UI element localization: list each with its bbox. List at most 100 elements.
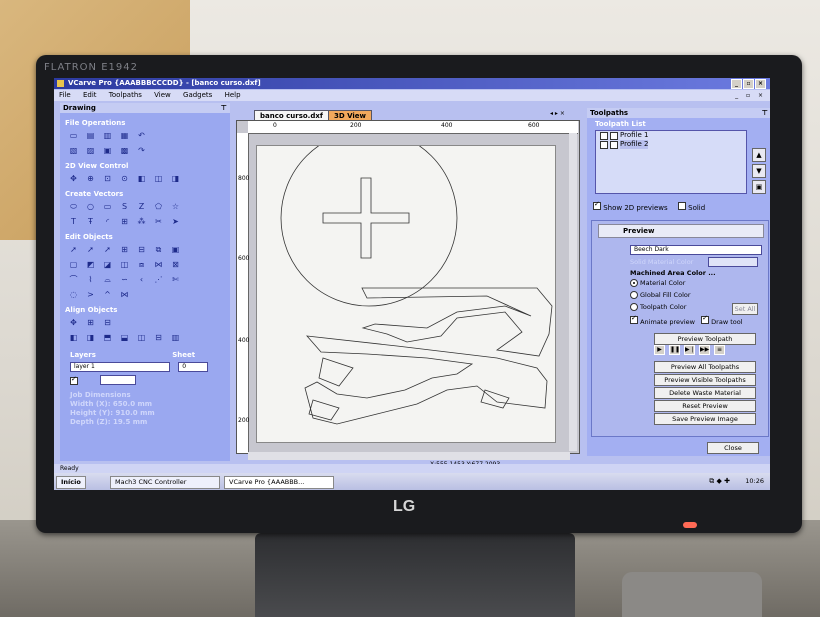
align-top-icon[interactable]: ⬒ — [101, 332, 114, 343]
ungroup-icon[interactable]: ▢ — [67, 259, 80, 270]
pin-icon[interactable]: ⊤ — [221, 103, 227, 113]
menu-file[interactable]: File — [54, 90, 76, 100]
cut-icon[interactable]: ✄ — [169, 274, 182, 285]
radio-toolpath-color[interactable]: Toolpath Color — [630, 303, 686, 311]
align-middle-icon[interactable]: ⊞ — [84, 317, 97, 328]
close-window-button[interactable]: × — [755, 79, 766, 89]
taskbar-item-mach3[interactable]: Mach3 CNC Controller — [110, 476, 220, 489]
save-icon[interactable]: ▣ — [101, 145, 114, 156]
minimize-button[interactable]: _ — [731, 79, 742, 89]
solid-color-select[interactable] — [708, 257, 758, 267]
nest-icon[interactable]: ⋈ — [118, 289, 131, 300]
taskbar-item-vcarve[interactable]: VCarve Pro {AAABBB... — [224, 476, 334, 489]
polyline-icon[interactable]: Z — [135, 201, 148, 212]
curve-icon[interactable]: S — [118, 201, 131, 212]
delete-waste-material-button[interactable]: Delete Waste Material — [654, 387, 756, 399]
move-down-icon[interactable]: ▼ — [752, 164, 766, 178]
fit-curve-icon[interactable]: ⌓ — [101, 274, 114, 285]
menu-gadgets[interactable]: Gadgets — [178, 90, 217, 100]
intersect-icon[interactable]: ◫ — [118, 259, 131, 270]
view-right-icon[interactable]: ◨ — [169, 173, 182, 184]
text-icon[interactable]: T — [67, 216, 80, 227]
weld-icon[interactable]: ◩ — [84, 259, 97, 270]
maximize-button[interactable]: ▫ — [743, 79, 754, 89]
distribute-h-icon[interactable]: ◫ — [135, 332, 148, 343]
text-on-curve-icon[interactable]: Ŧ — [84, 216, 97, 227]
toolpath-visible-checkbox[interactable] — [600, 131, 608, 140]
align-center-icon[interactable]: ✥ — [67, 317, 80, 328]
tab-scroll-arrows[interactable]: ◂ ▸ × — [550, 110, 565, 117]
polygon-icon[interactable]: ⬠ — [152, 201, 165, 212]
animate-preview-checkbox[interactable] — [630, 314, 638, 324]
new-file-icon[interactable]: ▭ — [67, 130, 80, 141]
menu-toolpaths[interactable]: Toolpaths — [104, 90, 147, 100]
preview-toolpath-button[interactable]: Preview Toolpath — [654, 333, 756, 345]
smooth-icon[interactable]: ⌒ — [67, 274, 80, 285]
dashed-circle-icon[interactable]: ◌ — [67, 289, 80, 300]
align-h-center-icon[interactable]: ⊟ — [101, 317, 114, 328]
align-bottom-icon[interactable]: ⬓ — [118, 332, 131, 343]
save-preview-image-button[interactable]: Save Preview Image — [654, 413, 756, 425]
radio-material-color[interactable]: Material Color — [630, 279, 685, 287]
group-icon[interactable]: ▣ — [169, 244, 182, 255]
line-style-select[interactable] — [100, 375, 137, 385]
align-left-icon[interactable]: ◧ — [67, 332, 80, 343]
view-split-icon[interactable]: ◫ — [152, 173, 165, 184]
set-all-button[interactable]: Set All — [732, 303, 758, 315]
undo-icon[interactable]: ↶ — [135, 130, 148, 141]
play-icon[interactable]: ▶ — [654, 345, 665, 355]
show-2d-previews-row[interactable]: Show 2D previews Solid — [593, 200, 705, 212]
solid-checkbox[interactable] — [677, 202, 686, 210]
vertical-scrollbar[interactable] — [569, 133, 577, 451]
preview-visible-toolpaths-button[interactable]: Preview Visible Toolpaths — [654, 374, 756, 386]
fillet-icon[interactable]: ◜ — [101, 216, 114, 227]
subtract-icon[interactable]: ◪ — [101, 259, 114, 270]
rectangle-icon[interactable]: ▭ — [101, 201, 114, 212]
start-button[interactable]: Início — [56, 476, 86, 489]
sheet-select[interactable]: 0 — [178, 362, 209, 372]
array-icon[interactable]: ⁂ — [135, 216, 148, 227]
move-up-icon[interactable]: ▲ — [752, 148, 766, 162]
ellipse-icon[interactable]: ⬭ — [67, 201, 80, 212]
preview-header[interactable]: Preview — [598, 224, 764, 238]
offset-icon[interactable]: ⧈ — [135, 259, 148, 270]
trim-icon[interactable]: ✂ — [152, 216, 165, 227]
chevron-right-icon[interactable]: > — [84, 289, 97, 300]
mirror-icon[interactable]: ⧉ — [152, 244, 165, 255]
list-item[interactable]: Profile 2 — [596, 140, 746, 149]
mdi-window-controls[interactable]: _ ▫ × — [735, 92, 766, 99]
align-right-icon[interactable]: ◨ — [84, 332, 97, 343]
window-titlebar[interactable]: VCarve Pro {AAABBBCCCDD} - [banco curso.… — [54, 78, 770, 89]
pin-icon[interactable]: ⊤ — [762, 108, 768, 118]
arc-icon[interactable]: ‹ — [135, 274, 148, 285]
zoom-selected-icon[interactable]: ⊙ — [118, 173, 131, 184]
pause-icon[interactable]: ❚❚ — [669, 345, 680, 355]
preview-all-toolpaths-button[interactable]: Preview All Toolpaths — [654, 361, 756, 373]
extend-icon[interactable]: ⋰ — [152, 274, 165, 285]
dimension-icon[interactable]: ⊞ — [118, 216, 131, 227]
speed-icon[interactable]: ≡ — [714, 345, 725, 355]
tray-icons[interactable]: ⧉ ◆ ✚ — [709, 477, 730, 486]
open-folder-icon[interactable]: ▤ — [84, 130, 97, 141]
zoom-all-icon[interactable]: ⊕ — [84, 173, 97, 184]
close-vector-icon[interactable]: ⊠ — [169, 259, 182, 270]
step-forward-icon[interactable]: ▶❘ — [684, 345, 695, 355]
drawing-canvas[interactable] — [256, 129, 556, 443]
import-vectors-icon[interactable]: ▧ — [67, 145, 80, 156]
open-file-icon[interactable]: ▥ — [101, 130, 114, 141]
transform-icon[interactable]: ➚ — [101, 244, 114, 255]
move-icon[interactable]: ⊟ — [135, 244, 148, 255]
layer-select[interactable]: layer 1 — [70, 362, 170, 372]
select-icon[interactable]: ➚ — [67, 244, 80, 255]
distort-icon[interactable]: ⌇ — [84, 274, 97, 285]
circle-icon[interactable]: ○ — [84, 201, 97, 212]
list-item[interactable]: Profile 1 — [596, 131, 746, 140]
menu-edit[interactable]: Edit — [78, 90, 102, 100]
pan-icon[interactable]: ✥ — [67, 173, 80, 184]
radio-global-fill-color[interactable]: Global Fill Color — [630, 291, 691, 299]
menu-help[interactable]: Help — [220, 90, 246, 100]
material-select[interactable]: Beech Dark — [630, 245, 762, 255]
scale-icon[interactable]: ⊞ — [118, 244, 131, 255]
import-component-icon[interactable]: ▨ — [84, 145, 97, 156]
node-edit-icon[interactable]: ➚ — [84, 244, 97, 255]
